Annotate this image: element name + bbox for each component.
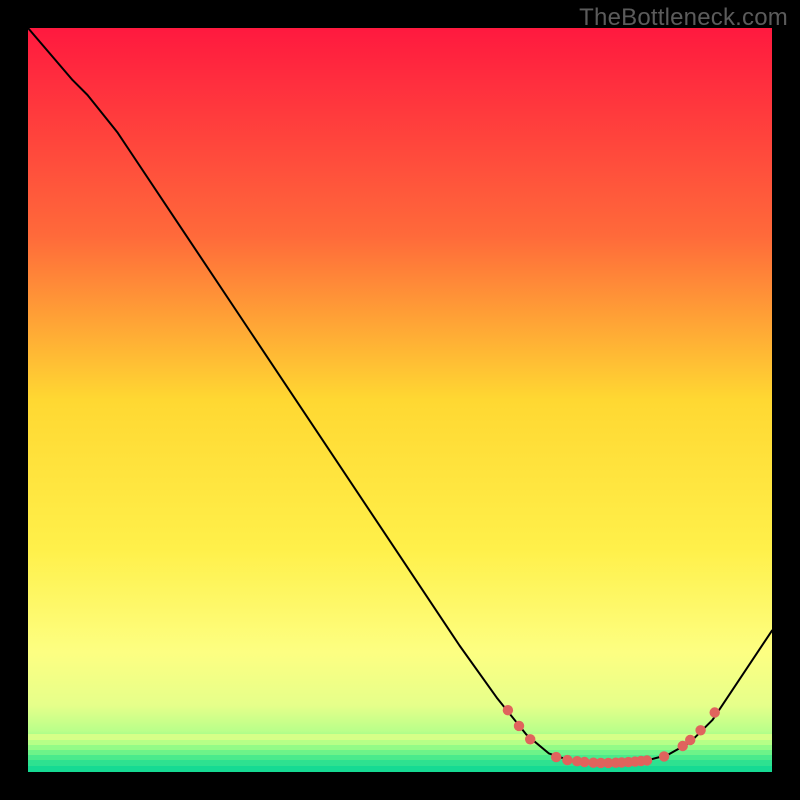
highlight-dot (551, 752, 561, 762)
highlight-dot (503, 705, 513, 715)
highlight-dot (642, 755, 652, 765)
highlight-dot (514, 721, 524, 731)
bottleneck-plot (28, 28, 772, 772)
highlight-dot (710, 707, 720, 717)
highlight-dot (562, 755, 572, 765)
highlight-dot (525, 734, 535, 744)
highlight-dot (695, 725, 705, 735)
highlight-dot (659, 751, 669, 761)
highlight-dot (579, 757, 589, 767)
highlight-dot (685, 735, 695, 745)
gradient-background (28, 28, 772, 772)
chart-frame: TheBottleneck.com (0, 0, 800, 800)
